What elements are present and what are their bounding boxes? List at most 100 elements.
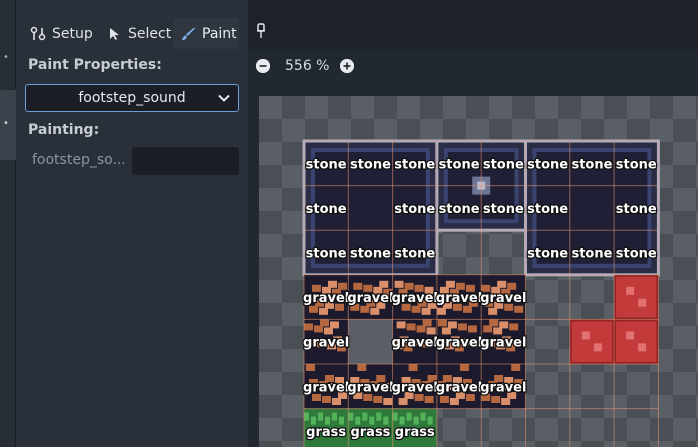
tile-label: stone — [306, 247, 347, 262]
tile-label: stone — [527, 202, 568, 217]
left-dock-strip: • • — [0, 0, 16, 447]
grass-blade — [355, 416, 361, 425]
cursor-icon — [108, 27, 122, 41]
tile-label: stone — [439, 202, 480, 217]
gravel-chunk — [507, 282, 517, 290]
tile-label: stone — [306, 157, 347, 172]
tile-label: gravel — [347, 291, 393, 306]
gravel-chunk — [309, 305, 318, 313]
tile-label: stone — [571, 247, 612, 262]
gravel-chunk — [426, 327, 436, 335]
brush-icon — [180, 26, 196, 42]
red-tile — [569, 319, 615, 364]
zoom-in-button[interactable] — [340, 59, 354, 73]
red-tile-mark — [626, 286, 635, 295]
gravel-chunk — [511, 364, 521, 371]
grass-blade — [311, 416, 316, 425]
tile-label: gravel — [436, 336, 482, 351]
gravel-chunk — [304, 323, 313, 331]
tile-label: gravel — [303, 291, 349, 306]
grass-blade — [369, 416, 375, 425]
gravel-chunk — [370, 307, 380, 315]
grass-blade — [304, 412, 309, 421]
gravel-chunk — [514, 305, 524, 313]
grass-blade — [362, 412, 368, 421]
tile-label: stone — [527, 157, 568, 172]
tile-label: gravel — [392, 380, 438, 395]
gravel-chunk — [357, 364, 367, 371]
gravel-chunk — [408, 364, 418, 371]
grass-blade — [332, 412, 337, 421]
tile-label: stone — [350, 247, 391, 262]
gravel-chunk — [404, 282, 414, 290]
gravel-chunk — [491, 396, 501, 403]
grass-blade — [348, 412, 354, 421]
red-tile-mark — [638, 343, 647, 352]
grass-blade — [427, 416, 433, 425]
tile-label: gravel — [480, 291, 526, 306]
gravel-chunk — [353, 282, 363, 290]
setup-icon — [30, 26, 46, 42]
gravel-chunk — [330, 321, 339, 329]
gravel-chunk — [488, 307, 498, 315]
zoom-level-label: 556 % — [285, 58, 330, 74]
grass-blade — [420, 412, 426, 421]
grass-blade — [413, 416, 419, 425]
gravel-chunk — [421, 307, 431, 315]
painting-heading: Painting: — [28, 122, 100, 138]
gravel-chunk — [322, 396, 331, 403]
pin-icon[interactable] — [255, 22, 267, 44]
tile-label: gravel — [347, 380, 393, 395]
tab-paint[interactable]: Paint — [173, 18, 239, 49]
tile-label: gravel — [436, 291, 482, 306]
paint-property-dropdown[interactable]: footstep_sound — [25, 84, 239, 112]
gravel-chunk — [493, 327, 503, 335]
gravel-chunk — [439, 396, 449, 403]
gravel-chunk — [459, 364, 469, 371]
tile-label: stone — [571, 157, 612, 172]
tab-select[interactable]: Select — [101, 18, 183, 49]
tab-select-label: Select — [128, 25, 172, 42]
gravel-chunk — [394, 280, 404, 288]
grass-blade — [318, 412, 323, 421]
painting-property-value-field[interactable] — [132, 147, 239, 175]
painting-property-name: footstep_so... — [32, 152, 124, 168]
gravel-chunk — [332, 398, 341, 405]
grass-blade — [392, 412, 398, 421]
tile-atlas-canvas[interactable]: stone stone stone stone stone stone stone stone… — [259, 96, 698, 447]
gravel-chunk — [501, 398, 511, 405]
gravel-chunk — [406, 323, 416, 331]
red-tile — [614, 319, 659, 364]
dock-dot-icon: • — [3, 118, 9, 129]
chevron-down-icon — [217, 91, 231, 109]
red-tile — [614, 274, 659, 320]
tile-label: grass — [306, 425, 346, 440]
tile-label: stone — [616, 247, 657, 262]
red-tile-mark — [581, 331, 590, 340]
gravel-tile-bg — [348, 319, 393, 364]
dock-dot-icon: • — [3, 52, 9, 63]
gravel-chunk — [373, 396, 383, 403]
tile-label: gravel — [480, 336, 526, 351]
grass-blade — [325, 416, 330, 425]
tileset-editor-tabs: Setup Select Paint — [16, 18, 698, 49]
tab-setup-label: Setup — [52, 25, 93, 42]
gravel-chunk — [445, 280, 455, 288]
gravel-chunk — [338, 282, 347, 290]
tile-label: gravel — [392, 291, 438, 306]
tile-label: stone — [394, 247, 435, 262]
grass-blade — [376, 412, 382, 421]
gravel-chunk — [509, 323, 519, 331]
plus-icon — [340, 59, 354, 73]
tile-label: gravel — [436, 380, 482, 395]
paint-properties-heading: Paint Properties: — [28, 57, 162, 73]
tile-label: gravel — [303, 380, 349, 395]
tab-setup[interactable]: Setup — [23, 18, 105, 49]
zoom-out-button[interactable] — [256, 59, 270, 73]
tile-label: stone — [616, 157, 657, 172]
gravel-chunk — [424, 396, 434, 403]
gravel-chunk — [328, 280, 337, 288]
grass-blade — [399, 416, 405, 425]
gravel-chunk — [462, 305, 472, 313]
gravel-chunk — [422, 319, 432, 327]
